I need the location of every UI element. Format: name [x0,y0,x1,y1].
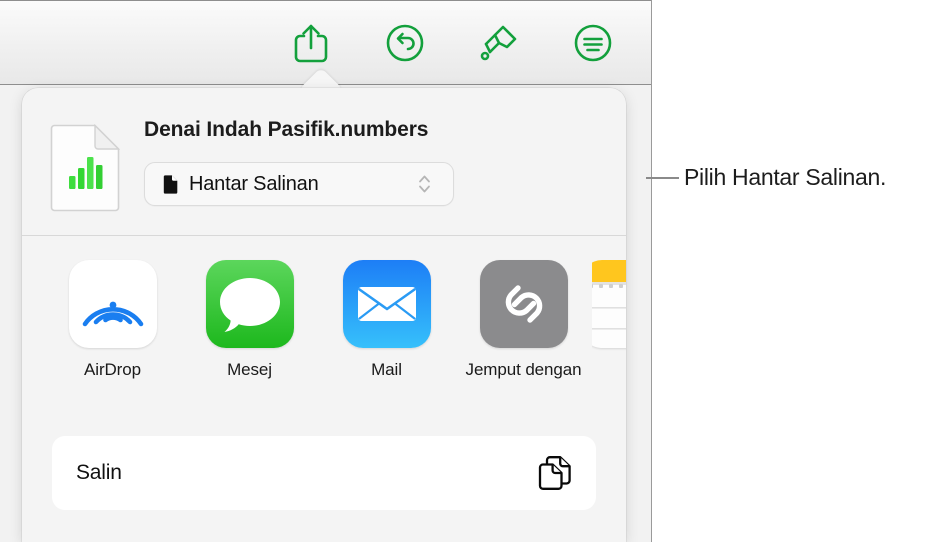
toolbar-button-group [285,17,619,69]
paintbrush-icon [477,21,521,65]
share-button[interactable] [285,17,337,69]
chevron-up-down-icon [418,172,431,196]
undo-button[interactable] [379,17,431,69]
share-popover: Denai Indah Pasifik.numbers Hantar Salin… [22,88,626,542]
send-copy-value: Hantar Salinan [189,172,319,195]
callout-leader-line [646,176,679,179]
share-target-mail[interactable]: Mail [318,260,455,436]
share-target-label: AirDrop [84,360,141,379]
send-copy-select[interactable]: Hantar Salinan [144,162,454,206]
share-target-label: Jemput dengan [465,360,582,379]
messages-icon [205,260,294,348]
more-menu-button[interactable] [567,17,619,69]
callout-annotation: Pilih Hantar Salinan. [646,164,886,191]
mail-icon [342,260,431,348]
share-target-messages[interactable]: Mesej [181,260,318,436]
document-glyph-icon [163,174,178,194]
undo-icon [384,22,426,64]
popover-header: Denai Indah Pasifik.numbers Hantar Salin… [22,88,626,236]
format-button[interactable] [473,17,525,69]
copy-action-label: Salin [76,461,122,484]
document-title: Denai Indah Pasifik.numbers [144,118,429,141]
popover-actions: Salin [22,436,626,510]
share-target-label: Mesej [227,360,272,379]
copy-action-row[interactable]: Salin [52,436,596,510]
airdrop-icon [68,260,157,348]
share-target-airdrop[interactable]: AirDrop [44,260,181,436]
link-icon [479,260,568,348]
share-target-notes[interactable] [592,260,626,436]
share-target-invite-with-link[interactable]: Jemput dengan [455,260,592,436]
more-menu-icon [572,22,614,64]
app-window-panel: Denai Indah Pasifik.numbers Hantar Salin… [0,0,652,542]
toolbar [0,0,651,85]
share-targets-row: AirDrop Mesej Mail Jemput dengan [22,236,626,436]
numbers-document-icon [49,123,121,212]
copy-icon [538,455,572,491]
share-icon [292,21,330,65]
callout-text: Pilih Hantar Salinan. [684,164,887,190]
notes-icon [592,260,626,348]
share-target-label: Mail [371,360,402,379]
